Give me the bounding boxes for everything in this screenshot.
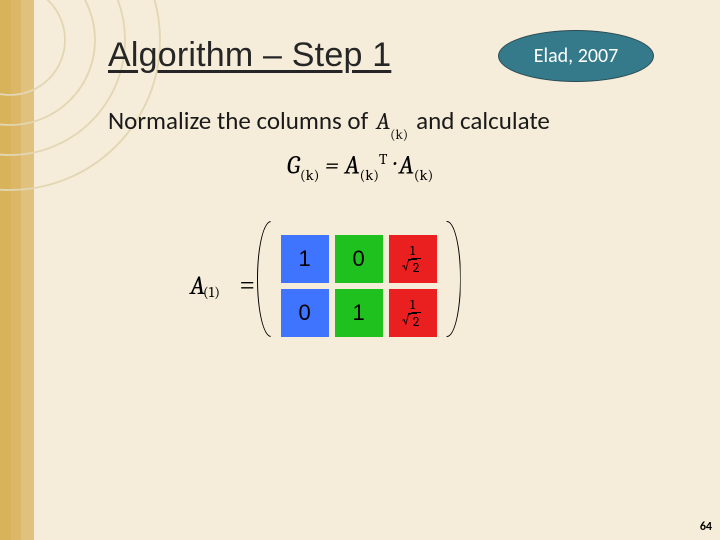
frac-top: 1 2 — [404, 244, 422, 275]
matrix-col-0: 1 0 — [281, 235, 329, 337]
matrix-paren-right — [433, 221, 461, 337]
inline-A-k: A(k) — [376, 107, 408, 139]
eq-equals: = — [325, 151, 345, 181]
eq-A2-sub: (k) — [414, 166, 433, 184]
eq-T: T — [379, 150, 387, 168]
matrix-cell-01: 0 — [335, 235, 383, 283]
slide-left-accent — [0, 0, 34, 540]
frac-top-den: 2 — [411, 258, 422, 276]
frac-bot-den: 2 — [411, 312, 422, 330]
page-number: 64 — [700, 520, 712, 534]
slide-title: Algorithm – Step 1 — [108, 36, 391, 75]
body-text-before: Normalize the columns of — [108, 105, 368, 136]
citation-badge: Elad, 2007 — [498, 30, 654, 82]
matrix: 1 0 0 1 1 2 1 2 — [263, 225, 455, 347]
matrix-label-sub: (1) — [203, 283, 220, 301]
citation-text: Elad, 2007 — [534, 44, 619, 68]
inline-A-sub: (k) — [390, 126, 408, 143]
body-text: Normalize the columns of A(k) and calcul… — [108, 105, 550, 137]
matrix-row: A(1) = 1 0 0 1 1 2 1 2 — [190, 225, 455, 347]
eq-A2: A — [399, 151, 414, 181]
equation-Gk: G(k) = A(k)T · A(k) — [0, 150, 720, 184]
eq-A1-sub: (k) — [360, 166, 379, 184]
sqrt-icon: 2 — [404, 261, 422, 275]
matrix-label-A1: A(1) — [190, 271, 222, 301]
matrix-cell-00: 1 — [281, 235, 329, 283]
eq-A1: A — [345, 151, 360, 181]
matrix-cell-11: 1 — [335, 289, 383, 337]
matrix-col-1: 0 1 — [335, 235, 383, 337]
matrix-cell-10: 0 — [281, 289, 329, 337]
eq-G-sub: (k) — [300, 166, 319, 184]
matrix-equals: = — [240, 271, 255, 301]
sqrt-icon: 2 — [404, 315, 422, 329]
matrix-cell-02: 1 2 — [389, 235, 437, 283]
eq-G: G — [287, 151, 300, 181]
matrix-col-2: 1 2 1 2 — [389, 235, 437, 337]
body-text-after: and calculate — [416, 105, 550, 136]
matrix-cell-12: 1 2 — [389, 289, 437, 337]
slide-left-accent-stripe — [11, 0, 21, 540]
inline-A: A — [376, 107, 390, 135]
frac-bot: 1 2 — [404, 298, 422, 329]
